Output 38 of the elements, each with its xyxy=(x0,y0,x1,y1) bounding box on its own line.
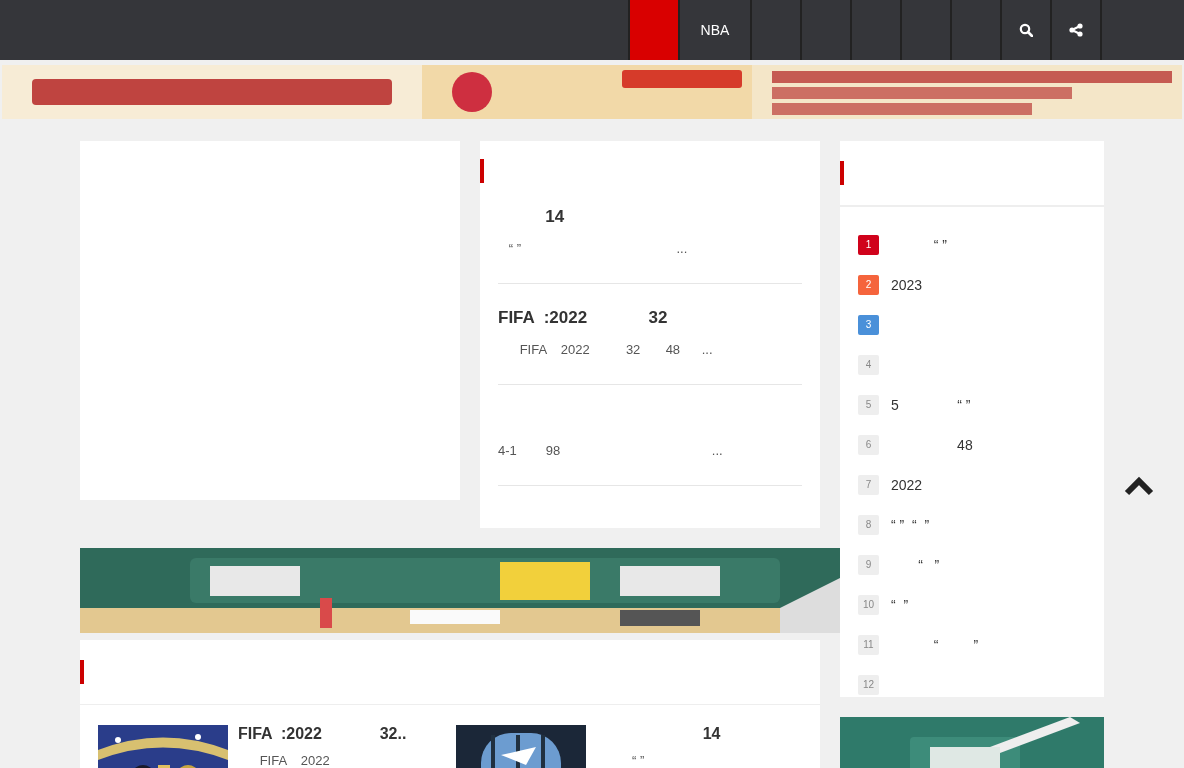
search-icon xyxy=(1019,23,1033,37)
ranking-link[interactable]: “ ” xyxy=(891,556,940,573)
ranking-link[interactable]: “ ” “ ” xyxy=(891,516,930,533)
article-title[interactable]: 14 xyxy=(498,207,565,226)
rank-badge: 6 xyxy=(858,434,879,455)
article-summary: FIFA 2022 32 48 ... xyxy=(518,342,713,357)
rank-badge: 3 xyxy=(858,314,879,335)
article-summary: “ ” ... xyxy=(507,241,688,256)
ranking-link[interactable]: 2023 xyxy=(891,276,923,293)
rank-badge: 8 xyxy=(858,514,879,535)
rank-badge: 9 xyxy=(858,554,879,575)
ranking-link[interactable]: “ ” xyxy=(891,596,909,613)
rank-badge: 1 xyxy=(858,234,879,255)
rank-badge: 12 xyxy=(858,674,879,695)
ranking-link[interactable]: 5 “ ” xyxy=(891,396,971,413)
section-marker xyxy=(80,660,84,684)
share-icon xyxy=(1069,23,1083,37)
rank-badge: 7 xyxy=(858,474,879,495)
section-marker xyxy=(840,161,844,185)
article-summary: 4-1 98 ... xyxy=(498,443,723,458)
article-title[interactable]: FIFA :2022 32.. xyxy=(238,725,407,743)
article-title[interactable]: 14 xyxy=(596,725,721,743)
scroll-top-icon[interactable] xyxy=(1124,476,1154,496)
rank-badge: 10 xyxy=(858,594,879,615)
article-summary: FIFA 2022 xyxy=(258,753,331,768)
rank-badge: 2 xyxy=(858,274,879,295)
section-marker xyxy=(480,159,484,183)
article-summary: “ ” xyxy=(631,753,646,768)
ranking-link[interactable]: “ ” xyxy=(891,636,979,653)
nav-tab[interactable] xyxy=(628,0,678,60)
ranking-link[interactable]: 2022 xyxy=(891,476,923,493)
ranking-link[interactable]: “ ” xyxy=(891,236,947,253)
rank-badge: 11 xyxy=(858,634,879,655)
ranking-link[interactable]: 48 xyxy=(891,436,973,453)
rank-badge: 5 xyxy=(858,394,879,415)
article-title[interactable]: FIFA :2022 32 xyxy=(498,308,668,327)
share-button[interactable] xyxy=(1050,0,1102,60)
rank-badge: 4 xyxy=(858,354,879,375)
